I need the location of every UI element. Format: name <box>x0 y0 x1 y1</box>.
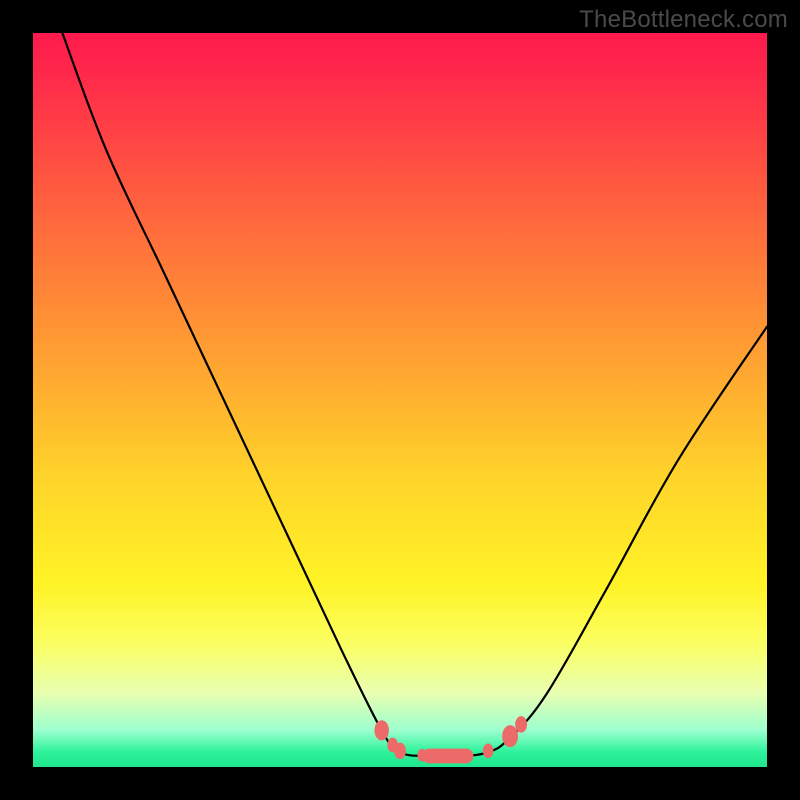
trough-marker <box>439 750 448 763</box>
watermark-text: TheBottleneck.com <box>579 6 788 34</box>
markers-group <box>374 716 527 763</box>
trough-marker <box>483 744 494 759</box>
trough-marker <box>417 749 426 762</box>
trough-marker <box>374 720 389 740</box>
trough-marker <box>461 749 470 762</box>
plot-area <box>33 33 767 767</box>
curve-line <box>62 33 767 756</box>
bottleneck-curve <box>33 33 767 767</box>
trough-marker <box>502 725 518 747</box>
trough-marker <box>394 743 406 760</box>
chart-frame: TheBottleneck.com <box>0 0 800 800</box>
trough-marker <box>515 716 527 733</box>
